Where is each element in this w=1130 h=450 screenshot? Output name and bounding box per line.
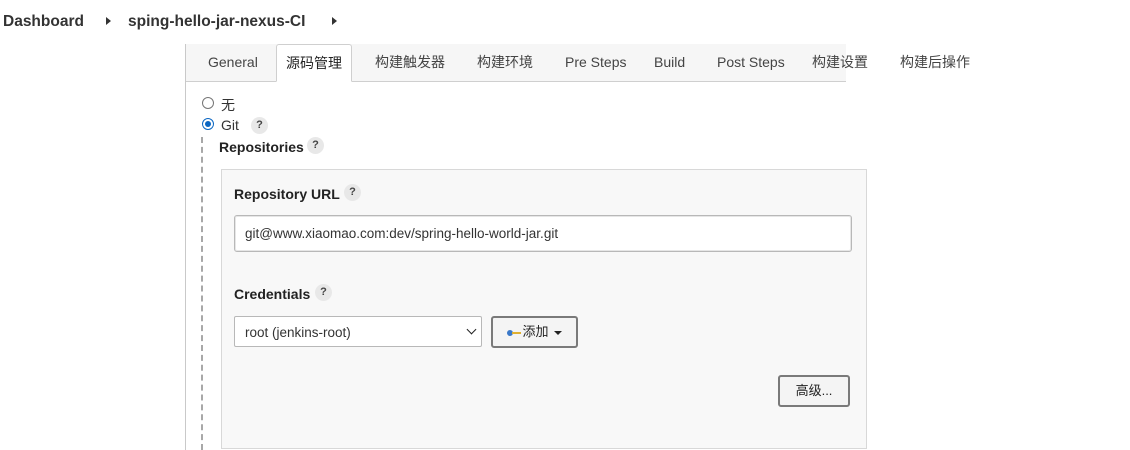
tab-build-environment[interactable]: 构建环境	[477, 44, 533, 80]
breadcrumb-dropdown-icon[interactable]	[332, 17, 337, 25]
caret-down-icon	[553, 330, 562, 335]
repositories-label: Repositories	[219, 139, 304, 155]
config-panel: General 源码管理 构建触发器 构建环境 Pre Steps Build …	[185, 44, 1130, 450]
side-panel	[0, 44, 185, 450]
git-help-icon[interactable]: ?	[251, 117, 268, 134]
tab-general[interactable]: General	[208, 44, 258, 80]
repositories-help-icon[interactable]: ?	[307, 137, 324, 154]
config-tabs: General 源码管理 构建触发器 构建环境 Pre Steps Build …	[186, 44, 868, 82]
scm-git-radio[interactable]	[202, 118, 214, 130]
breadcrumb-job[interactable]: sping-hello-jar-nexus-CI	[128, 13, 305, 31]
chevron-down-icon	[466, 324, 477, 335]
tab-build[interactable]: Build	[654, 44, 685, 80]
key-icon	[507, 329, 522, 337]
tab-build-settings[interactable]: 构建设置	[812, 44, 868, 80]
add-button-label: 添加	[522, 324, 549, 339]
tab-pre-steps[interactable]: Pre Steps	[565, 44, 626, 80]
breadcrumb-separator-icon[interactable]	[106, 17, 111, 25]
breadcrumb-dashboard[interactable]: Dashboard	[3, 13, 84, 31]
section-divider	[201, 137, 203, 450]
tab-post-steps[interactable]: Post Steps	[717, 44, 785, 80]
credentials-help-icon[interactable]: ?	[315, 284, 332, 301]
credentials-select[interactable]: root (jenkins-root)	[234, 316, 482, 347]
credentials-label: Credentials	[234, 286, 311, 302]
advanced-button[interactable]: 高级...	[778, 375, 850, 407]
credentials-selected-value: root (jenkins-root)	[245, 325, 351, 340]
scm-none-radio[interactable]	[202, 97, 214, 109]
breadcrumb: Dashboard sping-hello-jar-nexus-CI	[0, 0, 1130, 45]
repository-url-label: Repository URL	[234, 186, 340, 202]
scm-none-label: 无	[221, 97, 235, 113]
tab-post-build-actions[interactable]: 构建后操作	[900, 44, 970, 80]
repository-url-input[interactable]: git@www.xiaomao.com:dev/spring-hello-wor…	[234, 215, 852, 252]
repository-panel: Repository URL ? git@www.xiaomao.com:dev…	[221, 169, 867, 449]
add-credentials-button[interactable]: 添加	[491, 316, 578, 348]
repository-url-help-icon[interactable]: ?	[344, 184, 361, 201]
scm-git-label: Git	[221, 117, 239, 133]
tab-scm[interactable]: 源码管理	[276, 44, 352, 82]
tab-build-triggers[interactable]: 构建触发器	[375, 44, 445, 80]
